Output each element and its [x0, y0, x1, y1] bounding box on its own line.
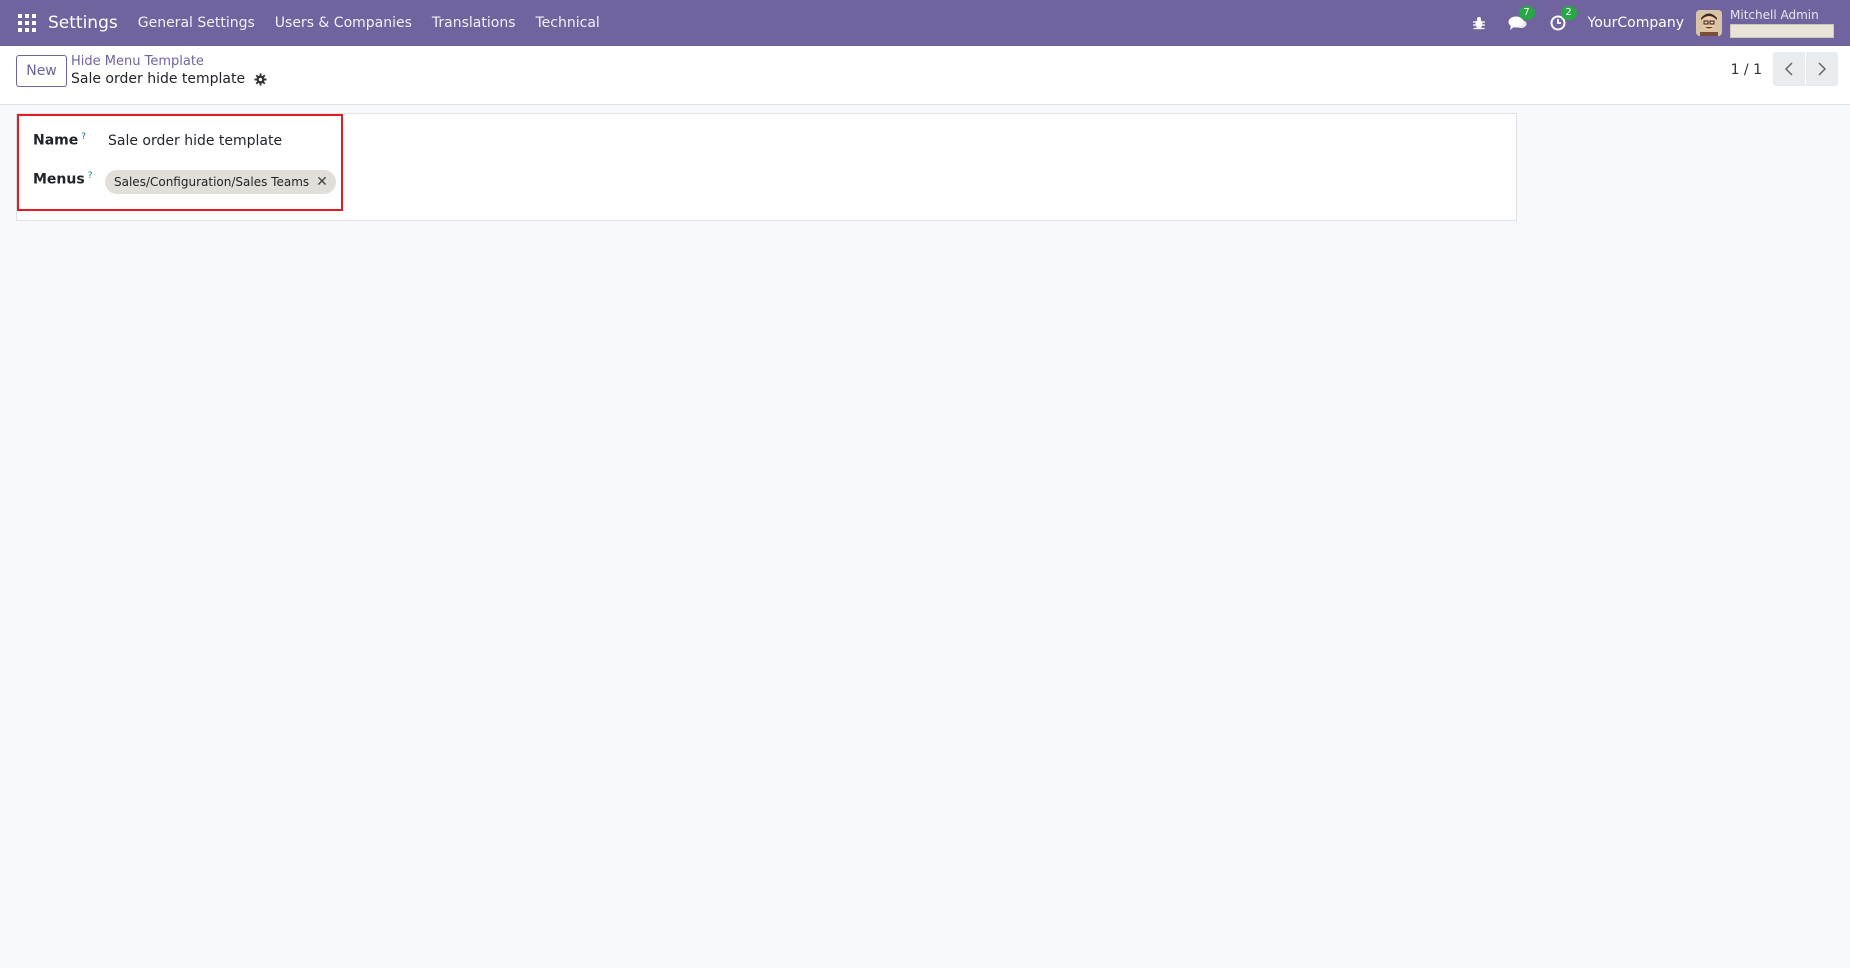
gear-icon[interactable]	[254, 72, 267, 86]
pager-value[interactable]: 1 / 1	[1731, 62, 1762, 78]
menu-general-settings[interactable]: General Settings	[138, 15, 255, 31]
menus-field-label: Menus?	[33, 171, 92, 188]
user-menu[interactable]: Mitchell Admin	[1730, 7, 1834, 38]
name-field-label: Name?	[33, 132, 86, 149]
top-navbar: Settings General Settings Users & Compan…	[0, 0, 1850, 46]
debug-bug-icon[interactable]	[1472, 16, 1486, 30]
menu-tag-label: Sales/Configuration/Sales Teams	[114, 175, 310, 189]
menus-label-text: Menus	[33, 171, 85, 188]
breadcrumb-hide-menu-template[interactable]: Hide Menu Template	[71, 54, 204, 69]
apps-menu-icon[interactable]	[18, 14, 36, 32]
name-field-value[interactable]: Sale order hide template	[108, 133, 282, 149]
chevron-left-icon	[1784, 62, 1793, 76]
name-help-tooltip[interactable]: ?	[81, 132, 86, 142]
form-sheet	[16, 113, 1517, 221]
pager-next-button[interactable]	[1806, 52, 1838, 86]
record-title-text: Sale order hide template	[71, 71, 246, 87]
record-title: Sale order hide template	[71, 71, 267, 87]
chevron-right-icon	[1818, 62, 1827, 76]
activities-badge: 2	[1560, 6, 1577, 20]
activity-clock-icon[interactable]: 2	[1550, 6, 1577, 31]
user-avatar[interactable]	[1696, 10, 1722, 36]
new-button[interactable]: New	[16, 55, 67, 87]
messages-chat-icon[interactable]: 7	[1508, 6, 1535, 31]
menu-translations[interactable]: Translations	[432, 15, 516, 31]
user-name: Mitchell Admin	[1730, 7, 1819, 22]
navbar-systray: 7 2 YourCompany Mitchell Admin	[1472, 0, 1850, 46]
menu-tag[interactable]: Sales/Configuration/Sales Teams ✕	[105, 170, 336, 194]
database-name-field	[1730, 23, 1834, 38]
menus-help-tooltip[interactable]: ?	[88, 171, 93, 181]
close-icon[interactable]: ✕	[316, 174, 328, 190]
control-panel: New Hide Menu Template Sale order hide t…	[0, 46, 1850, 105]
name-label-text: Name	[33, 132, 79, 149]
app-name[interactable]: Settings	[48, 13, 118, 33]
company-switcher[interactable]: YourCompany	[1588, 15, 1685, 31]
menu-technical[interactable]: Technical	[536, 15, 600, 31]
pager-previous-button[interactable]	[1773, 52, 1805, 86]
menu-users-companies[interactable]: Users & Companies	[275, 15, 412, 31]
messages-badge: 7	[1518, 6, 1535, 20]
